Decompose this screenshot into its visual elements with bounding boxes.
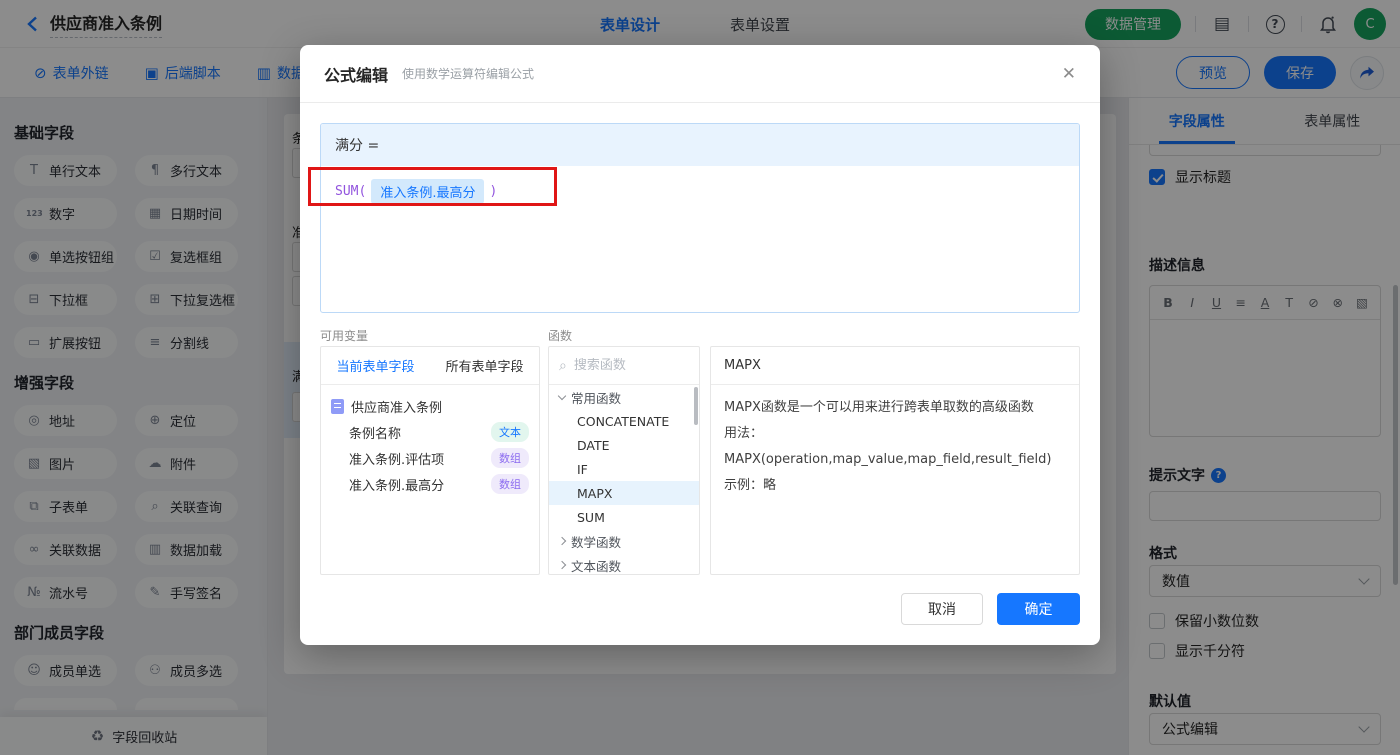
variables-panel: 当前表单字段 所有表单字段 供应商准入条例 条例名称 文本 准入条例.评估项 数组 准入条例… [320,346,540,575]
function-search: ⌕ [549,347,699,385]
chevron-icon [557,560,567,570]
function-detail-panel: MAPX MAPX函数是一个可以用来进行跨表单取数的高级函数用法：MAPX(op… [710,346,1080,575]
form-designer-app: 供应商准入条例 表单设计表单设置 数据管理 ▤ ? C ⊘表单外链▣后端脚本▥数… [0,0,1400,755]
variables-tabs: 当前表单字段 所有表单字段 [321,347,539,385]
functions-section-label: 函数 [548,329,573,343]
function-group-label: 数学函数 [571,534,622,550]
function-detail-line: MAPX函数是一个可以用来进行跨表单取数的高级函数 [724,400,1034,415]
function-item-SUM[interactable]: SUM [549,505,699,529]
search-icon: ⌕ [559,357,567,374]
function-list-scrollbar[interactable] [694,387,698,425]
variable-type-badge: 数组 [491,448,529,468]
cancel-button[interactable]: 取消 [901,593,983,625]
annotation-highlight-box [308,167,557,206]
function-item-CONCATENATE[interactable]: CONCATENATE [549,409,699,433]
function-group-文本函数[interactable]: 文本函数 [549,553,699,574]
function-detail-name: MAPX [711,347,1079,385]
variable-name: 准入条例.评估项 [349,452,445,468]
function-group-label: 常用函数 [571,390,622,406]
variable-name: 准入条例.最高分 [349,478,445,494]
function-group-常用函数[interactable]: 常用函数 [549,385,699,409]
variables-tree: 供应商准入条例 条例名称 文本 准入条例.评估项 数组 准入条例.最高分 数组 [321,385,539,497]
variable-row-条例名称[interactable]: 条例名称 文本 [321,419,539,445]
function-group-数学函数[interactable]: 数学函数 [549,529,699,553]
functions-panel: ⌕ 常用函数 CONCATENATEDATEIFMAPXSUM 数学函数文本函数 [548,346,700,575]
variable-type-badge: 文本 [491,422,529,442]
variables-tab-所有表单字段[interactable]: 所有表单字段 [430,347,539,384]
variable-name: 条例名称 [349,426,402,442]
function-item-IF[interactable]: IF [549,457,699,481]
function-detail-description: MAPX函数是一个可以用来进行跨表单取数的高级函数用法：MAPX(operati… [711,385,1079,509]
variable-row-准入条例.评估项[interactable]: 准入条例.评估项 数组 [321,445,539,471]
variable-form-name: 供应商准入条例 [351,400,443,416]
confirm-button[interactable]: 确定 [997,593,1080,625]
variable-row-准入条例.最高分[interactable]: 准入条例.最高分 数组 [321,471,539,497]
variable-form-row[interactable]: 供应商准入条例 [321,393,539,419]
function-item-MAPX[interactable]: MAPX [549,481,699,505]
form-doc-icon [331,398,344,414]
close-icon[interactable]: ✕ [1062,64,1076,84]
formula-editor: 满分 = SUM( 准入条例.最高分 ) [320,123,1080,313]
variable-type-badge: 数组 [491,474,529,494]
modal-title: 公式编辑 [324,65,389,85]
function-item-DATE[interactable]: DATE [549,433,699,457]
function-search-input[interactable] [573,358,674,373]
chevron-icon [557,391,567,400]
formula-edit-modal: 公式编辑 使用数学运算符编辑公式 ✕ 满分 = SUM( 准入条例.最高分 ) … [300,45,1100,645]
variables-tab-当前表单字段[interactable]: 当前表单字段 [321,347,430,384]
formula-target: 满分 = [321,124,1079,166]
chevron-icon [557,536,567,546]
modal-footer: 取消 确定 [901,593,1080,625]
modal-subtitle: 使用数学运算符编辑公式 [402,67,535,81]
function-group-label: 文本函数 [571,558,622,574]
variables-section-label: 可用变量 [320,329,369,343]
modal-header: 公式编辑 使用数学运算符编辑公式 ✕ [300,45,1100,103]
function-list: 常用函数 CONCATENATE DATE IF MAPX SUM 数学函数文本函数 [549,385,699,574]
function-detail-line: 示例：略 [724,478,777,493]
function-detail-line: 用法：MAPX(operation,map_value,map_field,re… [724,426,1052,467]
